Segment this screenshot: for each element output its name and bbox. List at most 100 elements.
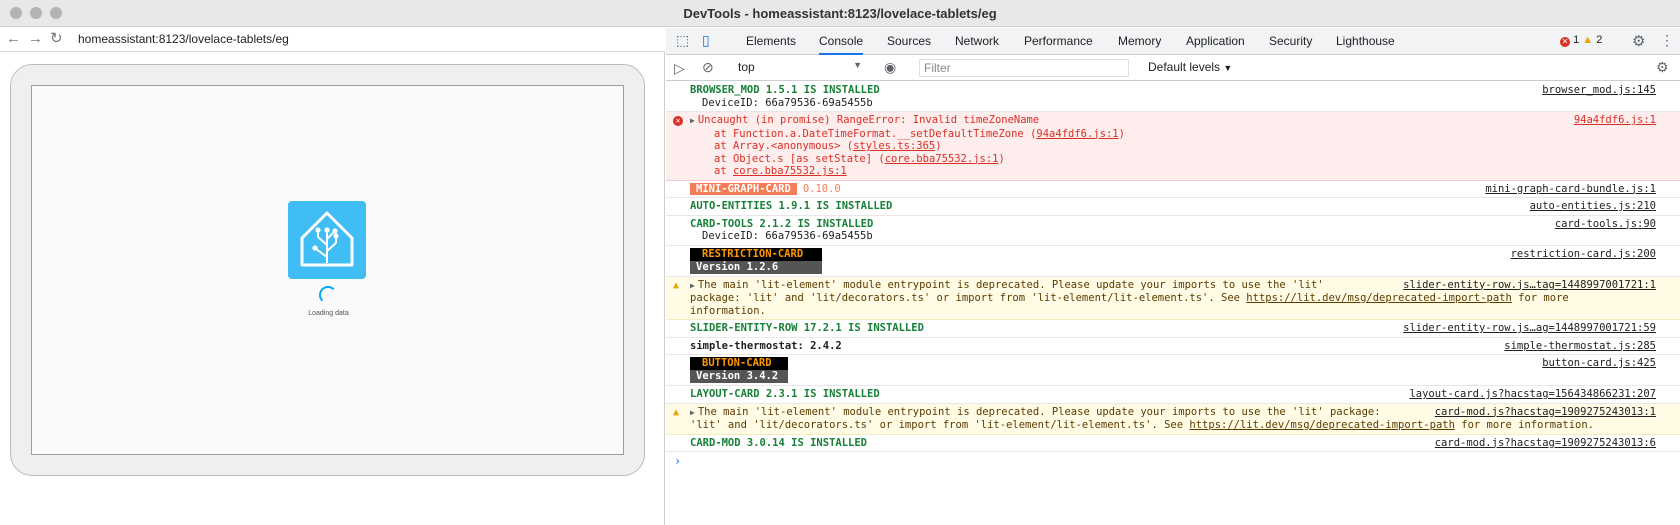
log-message-cont: information. [690, 304, 766, 317]
source-link[interactable]: mini-graph-card-bundle.js:1 [1485, 183, 1656, 196]
prompt-chevron-icon: › [674, 454, 682, 468]
issue-counter[interactable]: ✕ 1 ▲ 2 [1560, 34, 1602, 47]
warning-icon: ▲ [673, 279, 680, 291]
window-titlebar: DevTools - homeassistant:8123/lovelace-t… [0, 0, 1680, 27]
source-link[interactable]: 94a4fdf6.js:1 [1574, 114, 1656, 127]
log-message-cont: 'lit' and 'lit/decorators.ts' or import … [690, 419, 1594, 431]
tab-elements[interactable]: Elements [746, 34, 796, 48]
browser-pane: ← → ↻ homeassistant:8123/lovelace-tablet… [0, 28, 665, 525]
inspect-element-icon[interactable]: ⬚ [676, 32, 689, 49]
sidebar-toggle-icon[interactable]: ▷ [674, 60, 685, 77]
badge: MINI-GRAPH-CARD [690, 182, 797, 195]
settings-gear-icon[interactable]: ⚙ [1632, 32, 1645, 50]
log-detail: DeviceID: 66a79536-69a5455b [702, 96, 873, 109]
device-toolbar-icon[interactable]: ▯ [702, 32, 710, 49]
more-options-icon[interactable]: ⋮ [1660, 32, 1674, 49]
source-link[interactable]: restriction-card.js:200 [1511, 248, 1656, 261]
tab-console[interactable]: Console [819, 34, 864, 55]
badge: RESTRICTION-CARD [690, 247, 822, 261]
tab-lighthouse[interactable]: Lighthouse [1336, 34, 1395, 48]
source-link[interactable]: slider-entity-row.js…ag=1448997001721:59 [1403, 322, 1656, 335]
log-message: BROWSER_MOD 1.5.1 IS INSTALLED [690, 84, 880, 96]
console-filter-input[interactable] [919, 59, 1129, 77]
chevron-down-icon: ▼ [853, 60, 862, 70]
log-row: simple-thermostat: 2.4.2 simple-thermost… [666, 338, 1680, 355]
source-link[interactable]: browser_mod.js:145 [1542, 84, 1656, 97]
console-toolbar: ▷ ⊘ top ▼ ◉ Default levels ▼ ⚙ [666, 55, 1680, 81]
tab-performance[interactable]: Performance [1024, 34, 1093, 48]
doc-link[interactable]: https://lit.dev/msg/deprecated-import-pa… [1246, 292, 1512, 304]
console-prompt[interactable]: › [666, 452, 1680, 470]
version-text: 0.10.0 [802, 182, 841, 195]
source-link[interactable]: button-card.js:425 [1542, 357, 1656, 370]
source-link[interactable]: card-tools.js:90 [1555, 218, 1656, 231]
devtools-tabbar: ⬚ ▯ Elements Console Sources Network Per… [666, 28, 1680, 55]
log-row-warning: ▲ ▶ The main 'lit-element' module entrypo… [666, 403, 1680, 435]
stack-link[interactable]: styles.ts:365 [853, 140, 935, 152]
source-link[interactable]: layout-card.js?hacstag=156434866231:207 [1409, 388, 1656, 401]
context-selector[interactable]: top ▼ [738, 60, 862, 76]
log-levels-dropdown[interactable]: Default levels ▼ [1148, 60, 1232, 74]
log-message: CARD-TOOLS 2.1.2 IS INSTALLED [690, 217, 874, 230]
home-assistant-logo-icon [288, 201, 366, 279]
stack-link[interactable]: core.bba75532.js:1 [885, 153, 999, 165]
source-link[interactable]: simple-thermostat.js:285 [1504, 340, 1656, 353]
log-row-error: ✕ ▶ Uncaught (in promise) RangeError: Inv… [666, 112, 1680, 181]
error-count: 1 [1573, 34, 1580, 46]
clear-console-icon[interactable]: ⊘ [702, 59, 714, 76]
tablet-screen: Loading data [31, 85, 624, 455]
source-link[interactable]: auto-entities.js:210 [1530, 200, 1656, 213]
log-row: CARD-TOOLS 2.1.2 IS INSTALLED DeviceID: … [666, 216, 1680, 246]
console-log: BROWSER_MOD 1.5.1 IS INSTALLED DeviceID:… [666, 82, 1680, 470]
stack-link[interactable]: core.bba75532.js:1 [733, 165, 847, 177]
context-value: top [738, 60, 755, 74]
doc-link[interactable]: https://lit.dev/msg/deprecated-import-pa… [1189, 419, 1455, 431]
warning-icon: ▲ [673, 406, 680, 418]
forward-arrow-icon[interactable]: → [28, 30, 43, 48]
warning-icon: ▲ [1582, 34, 1594, 46]
error-icon: ✕ [1560, 37, 1570, 47]
expand-triangle-icon[interactable]: ▶ [690, 281, 695, 290]
log-row-warning: ▲ ▶ The main 'lit-element' module entrypo… [666, 276, 1680, 320]
tab-sources[interactable]: Sources [887, 34, 931, 48]
loading-text: Loading data [308, 310, 349, 317]
warning-count: 2 [1596, 34, 1603, 46]
back-arrow-icon[interactable]: ← [6, 30, 21, 48]
loading-spinner-icon [319, 286, 337, 304]
source-link[interactable]: slider-entity-row.js…tag=1448997001721:1 [1403, 279, 1656, 292]
error-icon: ✕ [673, 115, 683, 128]
stack-line: at core.bba75532.js:1 [714, 165, 847, 177]
stack-line: at Array.<anonymous> (styles.ts:365) [714, 140, 942, 152]
tab-memory[interactable]: Memory [1118, 34, 1161, 48]
stack-link[interactable]: 94a4fdf6.js:1 [1036, 128, 1118, 140]
source-link[interactable]: card-mod.js?hacstag=1909275243013:1 [1435, 406, 1656, 419]
expand-triangle-icon[interactable]: ▶ [690, 116, 695, 125]
log-row: BUTTON-CARD Version 3.4.2 button-card.js… [666, 355, 1680, 386]
log-row: RESTRICTION-CARD Version 1.2.6 restricti… [666, 246, 1680, 277]
reload-icon[interactable]: ↻ [50, 30, 63, 48]
log-row: AUTO-ENTITIES 1.9.1 IS INSTALLED auto-en… [666, 198, 1680, 216]
log-row: LAYOUT-CARD 2.3.1 IS INSTALLED layout-ca… [666, 386, 1680, 404]
tab-application[interactable]: Application [1186, 34, 1245, 48]
source-link[interactable]: card-mod.js?hacstag=1909275243013:6 [1435, 437, 1656, 450]
tab-network[interactable]: Network [955, 34, 999, 48]
live-expression-eye-icon[interactable]: ◉ [884, 59, 896, 76]
address-bar: ← → ↻ homeassistant:8123/lovelace-tablet… [0, 28, 665, 52]
log-row: SLIDER-ENTITY-ROW 17.2.1 IS INSTALLED sl… [666, 320, 1680, 338]
devtools-panel: ⬚ ▯ Elements Console Sources Network Per… [666, 28, 1680, 525]
log-row: CARD-MOD 3.0.14 IS INSTALLED card-mod.js… [666, 435, 1680, 452]
tablet-frame: Loading data [10, 64, 645, 476]
stack-line: at Object.s [as setState] (core.bba75532… [714, 152, 1005, 165]
log-message: ▶ Uncaught (in promise) RangeError: Inval… [690, 114, 1040, 126]
log-levels-label: Default levels [1148, 60, 1221, 74]
log-message: AUTO-ENTITIES 1.9.1 IS INSTALLED [690, 200, 893, 212]
window-title: DevTools - homeassistant:8123/lovelace-t… [683, 6, 997, 21]
version-badge: Version 1.2.6 [690, 260, 822, 274]
stack-line: at Function.a.DateTimeFormat.__setDefaul… [714, 127, 1125, 140]
badge: BUTTON-CARD [690, 357, 788, 370]
console-settings-gear-icon[interactable]: ⚙ [1656, 59, 1669, 76]
log-row: MINI-GRAPH-CARD 0.10.0 mini-graph-card-bu… [666, 181, 1680, 198]
url-field[interactable]: homeassistant:8123/lovelace-tablets/eg [78, 32, 289, 46]
tab-security[interactable]: Security [1269, 34, 1312, 48]
expand-triangle-icon[interactable]: ▶ [690, 408, 695, 417]
